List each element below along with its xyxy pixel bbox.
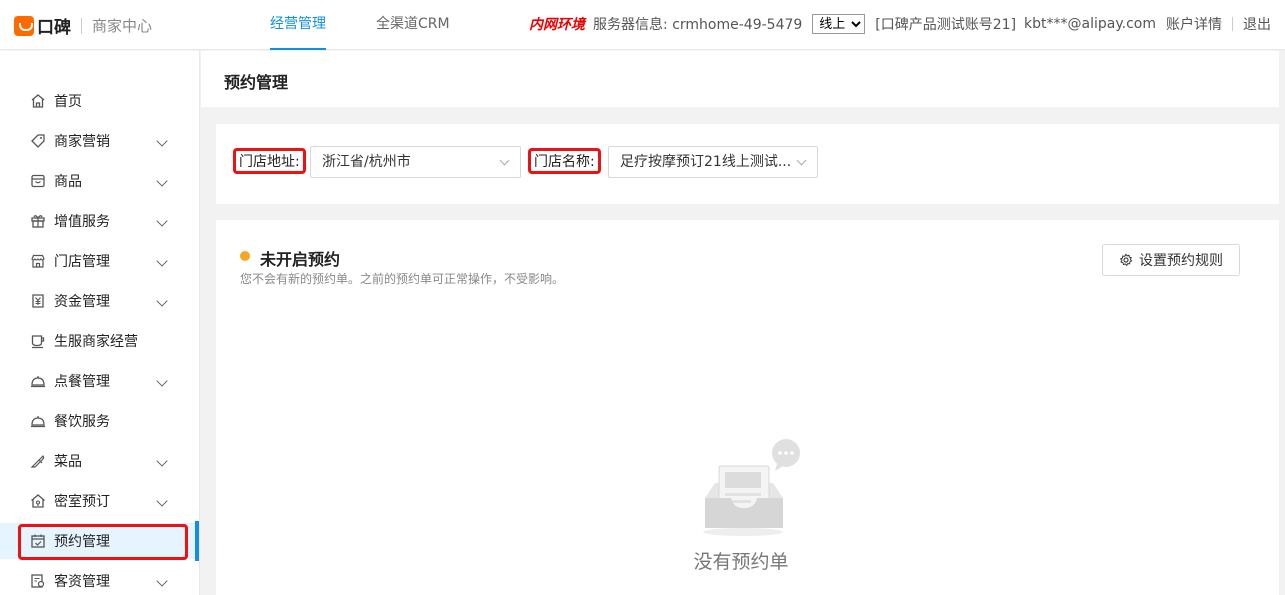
highlight-box-reservation xyxy=(18,524,188,560)
sidebar-item-value-added[interactable]: 增值服务 xyxy=(0,203,199,239)
top-nav-crm[interactable]: 全渠道CRM xyxy=(376,0,450,50)
account-details-link[interactable]: 账户详情 xyxy=(1166,14,1222,34)
sidebar-item-home[interactable]: 首页 xyxy=(0,83,199,119)
sidebar-item-funds[interactable]: 资金管理 xyxy=(0,283,199,319)
store-name-label: 门店名称: xyxy=(528,148,601,174)
sidebar-item-dishes[interactable]: 菜品 xyxy=(0,443,199,479)
home-icon xyxy=(31,94,45,108)
empty-state-text: 没有预约单 xyxy=(693,551,789,573)
set-reservation-rules-button[interactable]: 设置预约规则 xyxy=(1102,244,1240,276)
status-description: 您不会有新的预约单。之前的预约单可正常操作，不受影响。 xyxy=(240,272,565,286)
page-header: 预约管理 xyxy=(201,51,1279,107)
chevron-down-icon xyxy=(499,155,510,166)
top-nav-business[interactable]: 经营管理 xyxy=(270,0,326,50)
chevron-down-icon xyxy=(156,575,168,587)
top-nav: 经营管理 全渠道CRM xyxy=(270,0,500,50)
active-indicator xyxy=(195,521,199,561)
chevron-down-icon xyxy=(156,375,168,387)
gear-icon xyxy=(1119,253,1133,267)
page-title: 预约管理 xyxy=(224,73,289,92)
sidebar-item-label: 客资管理 xyxy=(54,574,110,590)
sidebar-item-label: 资金管理 xyxy=(54,294,110,310)
sidebar-item-merchant-marketing[interactable]: 商家营销 xyxy=(0,123,199,159)
header-divider xyxy=(1232,17,1233,31)
chevron-down-icon xyxy=(156,295,168,307)
store-name-value: 足疗按摩预订21线上测试... xyxy=(620,154,792,170)
box-icon xyxy=(31,174,45,188)
filter-bar: 门店地址: 浙江省/杭州市 门店名称: 足疗按摩预订21线上测试... xyxy=(216,124,1279,204)
sidebar-item-label: 商品 xyxy=(54,174,82,190)
sidebar: 首页 商家营销 商品 增值服务 门店管理 资金管理 生服商家经营 点餐管理 餐饮… xyxy=(0,51,200,595)
chevron-down-icon xyxy=(156,215,168,227)
sidebar-item-customer[interactable]: 客资管理 xyxy=(0,563,199,595)
sidebar-item-life-service[interactable]: 生服商家经营 xyxy=(0,323,199,359)
sidebar-item-catering[interactable]: 餐饮服务 xyxy=(0,403,199,439)
sidebar-item-products[interactable]: 商品 xyxy=(0,163,199,199)
sidebar-item-label: 生服商家经营 xyxy=(54,334,138,350)
account-name: [口碑产品测试账号21] xyxy=(875,17,1017,33)
chevron-down-icon xyxy=(156,255,168,267)
env-select[interactable]: 线上 xyxy=(812,14,866,34)
sidebar-item-label: 增值服务 xyxy=(54,214,110,230)
empty-inbox-icon xyxy=(703,439,800,536)
koubei-logo-icon xyxy=(14,15,34,36)
store-address-label: 门店地址: xyxy=(233,148,306,174)
store-address-value: 浙江省/杭州市 xyxy=(322,154,411,170)
sidebar-item-label: 首页 xyxy=(54,94,82,110)
tag-icon xyxy=(31,134,45,148)
sidebar-item-label: 餐饮服务 xyxy=(54,414,110,430)
rule-button-label: 设置预约规则 xyxy=(1139,253,1223,269)
sidebar-item-label: 菜品 xyxy=(54,454,82,470)
sidebar-item-escape-room[interactable]: 密室预订 xyxy=(0,483,199,519)
brand-name: 口碑 xyxy=(37,18,71,38)
logout-link[interactable]: 退出 xyxy=(1243,14,1271,34)
reservation-status-card: 未开启预约 您不会有新的预约单。之前的预约单可正常操作，不受影响。 设置预约规则… xyxy=(216,220,1279,595)
store-name-select[interactable]: 足疗按摩预订21线上测试... xyxy=(608,146,818,178)
store-icon xyxy=(31,254,45,268)
sidebar-item-label: 商家营销 xyxy=(54,134,110,150)
cloche-icon xyxy=(31,416,45,428)
sidebar-item-label: 门店管理 xyxy=(54,254,110,270)
cup-icon xyxy=(31,335,45,349)
chevron-down-icon xyxy=(796,155,807,166)
gift-icon xyxy=(31,215,45,228)
chevron-down-icon xyxy=(156,495,168,507)
house-icon xyxy=(31,494,45,508)
logo[interactable]: 口碑 商家中心 xyxy=(14,13,152,38)
status-title: 未开启预约 xyxy=(260,250,341,269)
yuan-icon xyxy=(32,294,44,308)
chevron-down-icon xyxy=(156,175,168,187)
top-bar: 口碑 商家中心 经营管理 全渠道CRM 内网环境 服务器信息: crmhome-… xyxy=(0,0,1285,50)
sidebar-item-ordering[interactable]: 点餐管理 xyxy=(0,363,199,399)
chevron-down-icon xyxy=(156,455,168,467)
sidebar-item-store-management[interactable]: 门店管理 xyxy=(0,243,199,279)
env-label: 内网环境 xyxy=(529,17,586,33)
server-info: 服务器信息: crmhome-49-5479 xyxy=(593,17,803,33)
sidebar-item-label: 点餐管理 xyxy=(54,374,110,390)
chevron-down-icon xyxy=(156,135,168,147)
logo-divider xyxy=(81,17,82,34)
account-email: kbt***@alipay.com xyxy=(1024,16,1156,32)
top-right-info: 内网环境 服务器信息: crmhome-49-5479 线上 [口碑产品测试账号… xyxy=(529,0,1271,48)
status-dot xyxy=(240,251,250,261)
cloche-icon xyxy=(31,376,45,388)
customer-icon xyxy=(31,574,45,588)
sidebar-item-label: 密室预订 xyxy=(54,494,110,510)
knife-icon xyxy=(30,455,45,468)
store-address-select[interactable]: 浙江省/杭州市 xyxy=(310,146,521,178)
brand-subtitle: 商家中心 xyxy=(92,17,153,35)
